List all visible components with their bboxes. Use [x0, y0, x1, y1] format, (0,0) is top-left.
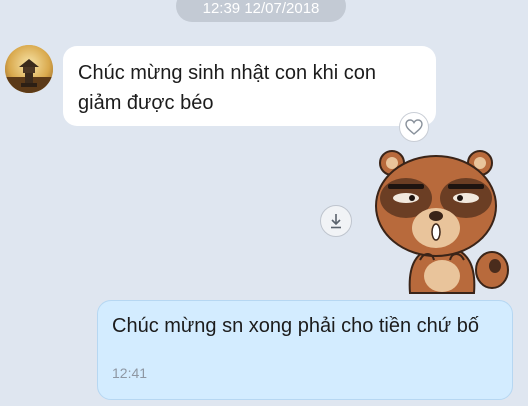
message-time: 12:41 [112, 365, 148, 381]
download-button[interactable] [320, 205, 352, 237]
avatar-image [5, 45, 53, 93]
date-separator: 12:39 12/07/2018 [176, 0, 346, 22]
download-icon [331, 214, 341, 229]
outgoing-message-bubble[interactable]: Chúc mừng sn xong phải cho tiền chứ bố 1… [97, 300, 513, 400]
bear-sticker-image [375, 150, 509, 294]
avatar[interactable] [5, 45, 53, 93]
date-separator-text: 12:39 12/07/2018 [202, 0, 320, 17]
outgoing-message-text: Chúc mừng sn xong phải cho tiền chứ bố [112, 315, 479, 337]
incoming-message-bubble[interactable]: Chúc mừng sinh nhật con khi con giảm đượ… [63, 46, 436, 126]
incoming-message-text: Chúc mừng sinh nhật con khi con giảm đượ… [78, 62, 376, 114]
heart-icon [405, 119, 423, 135]
bear-sticker[interactable] [370, 148, 515, 296]
like-button[interactable] [399, 112, 429, 142]
